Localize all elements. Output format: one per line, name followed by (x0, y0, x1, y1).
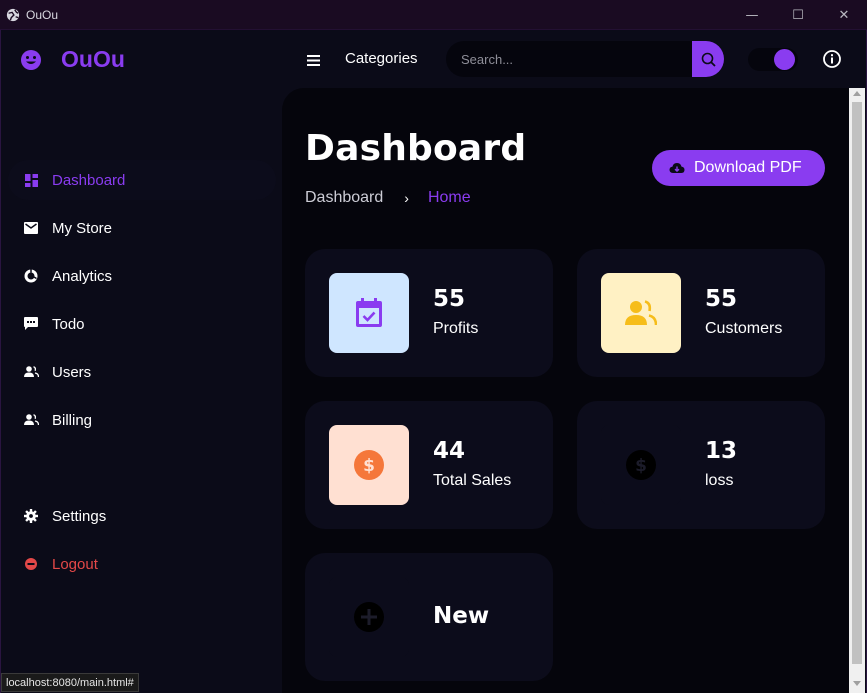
users-icon (625, 300, 657, 326)
stat-card-total-sales[interactable]: $ 44 Total Sales (305, 401, 553, 529)
categories-link[interactable]: Categories (345, 50, 418, 67)
sidebar-item-label: My Store (52, 219, 113, 237)
sidebar-item-label: Billing (52, 411, 93, 429)
smiley-icon (21, 49, 41, 70)
sidebar-item-billing[interactable]: Billing (8, 400, 276, 440)
breadcrumb-current[interactable]: Home (428, 189, 471, 207)
card-label: Profits (433, 320, 479, 337)
sidebar-item-my-store[interactable]: My Store (8, 208, 276, 248)
cloud-download-icon (669, 163, 685, 173)
new-item-card[interactable]: New (305, 553, 553, 681)
users-icon (23, 364, 39, 380)
main-content: Dashboard Dashboard › Home Download PDF … (282, 88, 849, 693)
sidebar-item-label: Analytics (52, 267, 113, 285)
stat-card-profits[interactable]: 55 Profits (305, 249, 553, 377)
breadcrumb: Dashboard › Home (305, 189, 471, 207)
gear-icon (23, 508, 39, 524)
card-icon-tile: $ (601, 425, 681, 505)
card-icon-tile (601, 273, 681, 353)
sidebar-item-label: Users (52, 363, 92, 381)
sidebar-item-users[interactable]: Users (8, 352, 276, 392)
close-button[interactable]: ✕ (821, 0, 867, 30)
stat-card-customers[interactable]: 55 Customers (577, 249, 825, 377)
window-title: OuOu (26, 7, 59, 22)
calendar-check-icon (356, 298, 382, 327)
scrollbar-thumb[interactable] (852, 102, 862, 664)
download-pdf-button[interactable]: Download PDF (652, 150, 825, 186)
breadcrumb-item[interactable]: Dashboard (305, 189, 383, 207)
plus-circle-icon (354, 602, 384, 632)
search-button[interactable] (692, 41, 724, 77)
sidebar-item-logout[interactable]: Logout (8, 544, 276, 584)
sidebar-item-settings[interactable]: Settings (8, 496, 276, 536)
toggle-knob (774, 49, 795, 70)
minimize-button[interactable]: — (729, 0, 775, 30)
card-value: 44 (433, 438, 466, 464)
sidebar-item-analytics[interactable]: Analytics (8, 256, 276, 296)
stat-card-loss[interactable]: $ 13 loss (577, 401, 825, 529)
sidebar-item-label: Logout (52, 555, 98, 573)
card-value: 13 (705, 438, 738, 464)
dollar-circle-icon: $ (354, 450, 384, 480)
sidebar-item-label: Settings (52, 507, 107, 525)
download-pdf-label: Download PDF (694, 159, 802, 176)
dollar-circle-icon: $ (626, 450, 656, 480)
card-value: 55 (433, 286, 466, 312)
card-icon-tile: $ (329, 425, 409, 505)
brand-name: OuOu (61, 46, 125, 72)
card-label: Total Sales (433, 472, 512, 489)
vertical-scrollbar[interactable] (849, 88, 865, 693)
card-label: loss (705, 472, 734, 489)
card-icon-tile (329, 273, 409, 353)
svg-text:$: $ (363, 456, 375, 476)
sidebar: Dashboard My Store Analytics Todo Users … (0, 88, 282, 693)
info-button[interactable] (822, 49, 842, 69)
menu-toggle-button[interactable] (304, 51, 322, 69)
window-titlebar: OuOu — ☐ ✕ (0, 0, 867, 30)
scroll-up-icon[interactable] (853, 91, 861, 96)
grid-icon (23, 172, 39, 188)
maximize-button[interactable]: ☐ (775, 0, 821, 30)
card-value: 55 (705, 286, 738, 312)
sidebar-item-label: Dashboard (52, 171, 126, 189)
sidebar-item-label: Todo (52, 315, 85, 333)
status-url: localhost:8080/main.html# (1, 673, 139, 692)
users-icon (23, 412, 39, 428)
search-bar (446, 41, 724, 77)
sidebar-item-todo[interactable]: Todo (8, 304, 276, 344)
globe-icon (6, 8, 20, 21)
page-title: Dashboard (305, 128, 527, 169)
info-icon (823, 50, 841, 68)
card-label: Customers (705, 320, 783, 337)
logout-icon (23, 556, 39, 572)
chat-icon (23, 316, 39, 332)
new-item-label: New (433, 603, 490, 629)
brand[interactable]: OuOu (20, 46, 125, 73)
svg-text:$: $ (635, 456, 647, 476)
theme-toggle[interactable] (748, 48, 798, 71)
mail-icon (23, 220, 39, 236)
search-input[interactable] (446, 41, 692, 77)
search-icon (701, 52, 716, 67)
scroll-down-icon[interactable] (853, 681, 861, 686)
hamburger-icon (306, 54, 320, 66)
sidebar-item-dashboard[interactable]: Dashboard (8, 160, 276, 200)
donut-chart-icon (23, 268, 39, 284)
card-icon-tile (329, 577, 409, 657)
chevron-right-icon: › (404, 190, 409, 206)
